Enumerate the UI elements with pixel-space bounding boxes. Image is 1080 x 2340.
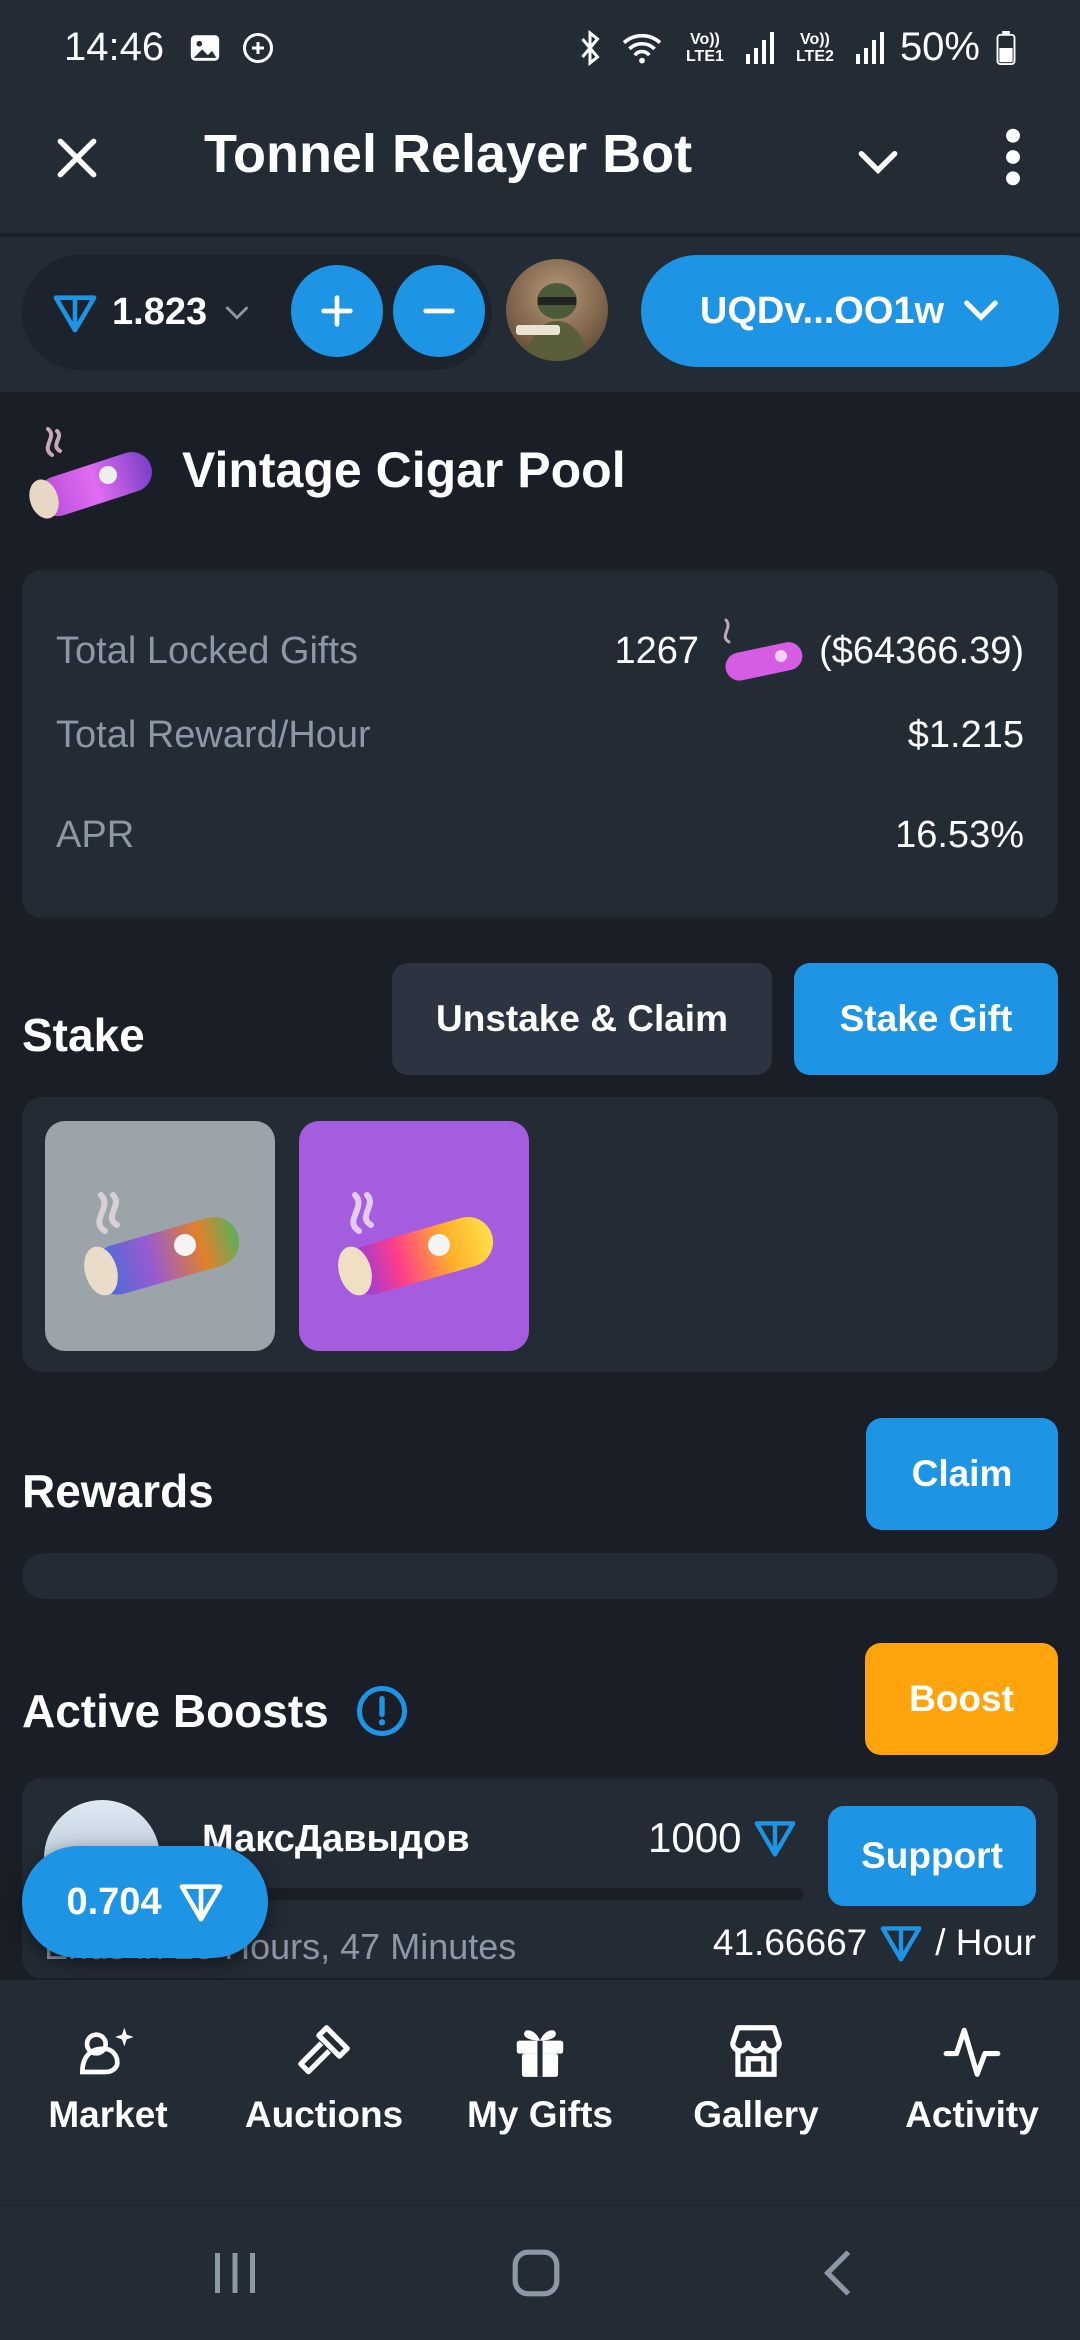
stat-value: 16.53% xyxy=(895,814,1024,856)
boost-amount: 1000 xyxy=(648,1814,797,1862)
nav-label: Gallery xyxy=(693,2094,819,2135)
stat-value: $1.215 xyxy=(907,714,1024,756)
staked-gifts-card xyxy=(22,1097,1058,1372)
nav-label: My Gifts xyxy=(467,2094,613,2135)
chevron-down-icon[interactable] xyxy=(850,137,906,187)
ton-icon xyxy=(880,1926,922,1962)
wifi-icon xyxy=(622,33,662,63)
stat-value-usd: ($64366.39) xyxy=(819,629,1024,672)
boost-rate-unit: / Hour xyxy=(935,1922,1036,1963)
nav-activity[interactable]: Activity xyxy=(864,1980,1080,2205)
gift-icon xyxy=(516,2030,564,2077)
bottom-nav: Market Auctions My Gifts Gallery Activit… xyxy=(0,1980,1080,2205)
pool-stats-card: Total Locked Gifts 1267 ($64366.39) Tota… xyxy=(22,570,1058,918)
wallet-address-button[interactable]: UQDv...OO1w xyxy=(641,255,1059,367)
boost-rate: 41.66667 / Hour xyxy=(713,1922,1036,1964)
boost-rate-value: 41.66667 xyxy=(712,1922,868,1963)
signal-icon xyxy=(745,31,774,64)
boost-button[interactable]: Boost xyxy=(865,1643,1058,1755)
ton-icon xyxy=(179,1884,222,1922)
cigar-icon xyxy=(338,1192,494,1296)
wallet-address: UQDv...OO1w xyxy=(699,289,945,332)
gallery-icon xyxy=(190,34,220,61)
rewards-title: Rewards xyxy=(22,1465,214,1517)
gift-tile[interactable] xyxy=(299,1121,529,1351)
recent-apps-icon[interactable] xyxy=(210,2247,260,2299)
chat-add-icon xyxy=(243,32,274,63)
info-icon[interactable] xyxy=(355,1684,409,1738)
gift-tile[interactable] xyxy=(45,1121,275,1351)
active-boosts-title: Active Boosts xyxy=(22,1685,329,1737)
stake-title: Stake xyxy=(22,1009,145,1061)
withdraw-button[interactable] xyxy=(393,265,485,357)
stat-label: APR xyxy=(56,814,135,856)
plus-icon xyxy=(321,295,353,327)
cigar-icon xyxy=(84,1192,240,1296)
chevron-down-icon xyxy=(964,300,998,321)
page-title: Tonnel Relayer Bot xyxy=(204,124,693,184)
boost-amount-value: 1000 xyxy=(648,1814,742,1861)
status-bar: 14:46 Vo)) LTE1 Vo)) LTE2 50% xyxy=(0,0,1080,95)
rewards-progress-bar xyxy=(22,1553,1058,1599)
nav-label: Market xyxy=(48,2094,168,2135)
nav-gallery[interactable]: Gallery xyxy=(648,1980,864,2205)
deposit-button[interactable] xyxy=(291,265,383,357)
avatar[interactable] xyxy=(506,259,608,361)
activity-icon xyxy=(943,2027,1001,2077)
ton-balance-value: 1.823 xyxy=(112,291,208,333)
floating-balance-button[interactable]: 0.704 xyxy=(22,1846,268,1958)
bluetooth-icon xyxy=(581,29,600,66)
more-icon[interactable] xyxy=(1000,125,1026,189)
pool-header: Vintage Cigar Pool xyxy=(22,415,626,525)
ton-icon xyxy=(755,1821,796,1857)
stat-row-apr: APR 16.53% xyxy=(56,814,1024,857)
gavel-icon xyxy=(298,2025,350,2075)
pool-title: Vintage Cigar Pool xyxy=(182,442,626,498)
nav-auctions[interactable]: Auctions xyxy=(216,1980,432,2205)
nav-label: Activity xyxy=(905,2094,1039,2135)
minus-icon xyxy=(423,308,455,314)
nav-my-gifts[interactable]: My Gifts xyxy=(432,1980,648,2205)
wallet-bar: 1.823 UQDv...OO1w xyxy=(0,237,1080,392)
network-lte2: Vo)) LTE2 xyxy=(795,30,834,65)
battery-icon xyxy=(996,30,1016,65)
stat-label: Total Locked Gifts xyxy=(56,629,359,672)
store-icon xyxy=(730,2025,782,2077)
cigar-icon xyxy=(29,427,152,519)
nav-label: Auctions xyxy=(244,2094,404,2135)
stat-value: 1267 xyxy=(614,629,700,672)
status-time: 14:46 xyxy=(64,25,165,69)
signal-icon xyxy=(855,31,884,64)
network-lte1: Vo)) LTE1 xyxy=(685,30,724,65)
support-button[interactable]: Support xyxy=(828,1806,1036,1906)
cigar-icon xyxy=(723,618,803,681)
boost-progress-bar xyxy=(202,1888,804,1900)
chevron-down-icon xyxy=(225,305,249,320)
close-icon[interactable] xyxy=(52,133,102,183)
active-boosts-header: Active Boosts xyxy=(22,1684,409,1738)
back-icon[interactable] xyxy=(818,2247,858,2299)
ton-icon xyxy=(53,294,97,332)
home-icon[interactable] xyxy=(510,2247,562,2299)
floating-balance-value: 0.704 xyxy=(66,1880,162,1923)
app-header: Tonnel Relayer Bot xyxy=(0,95,1080,235)
claim-button[interactable]: Claim xyxy=(866,1418,1058,1530)
nav-market[interactable]: Market xyxy=(0,1980,216,2205)
system-nav-bar xyxy=(0,2205,1080,2340)
stat-row-locked: Total Locked Gifts 1267 ($64366.39) xyxy=(56,612,1024,690)
stat-label: Total Reward/Hour xyxy=(56,714,371,756)
stat-row-reward: Total Reward/Hour $1.215 xyxy=(56,714,1024,757)
unstake-claim-button[interactable]: Unstake & Claim xyxy=(392,963,772,1075)
market-icon xyxy=(79,2027,134,2075)
stake-gift-button[interactable]: Stake Gift xyxy=(794,963,1058,1075)
battery-percent: 50% xyxy=(899,25,980,69)
